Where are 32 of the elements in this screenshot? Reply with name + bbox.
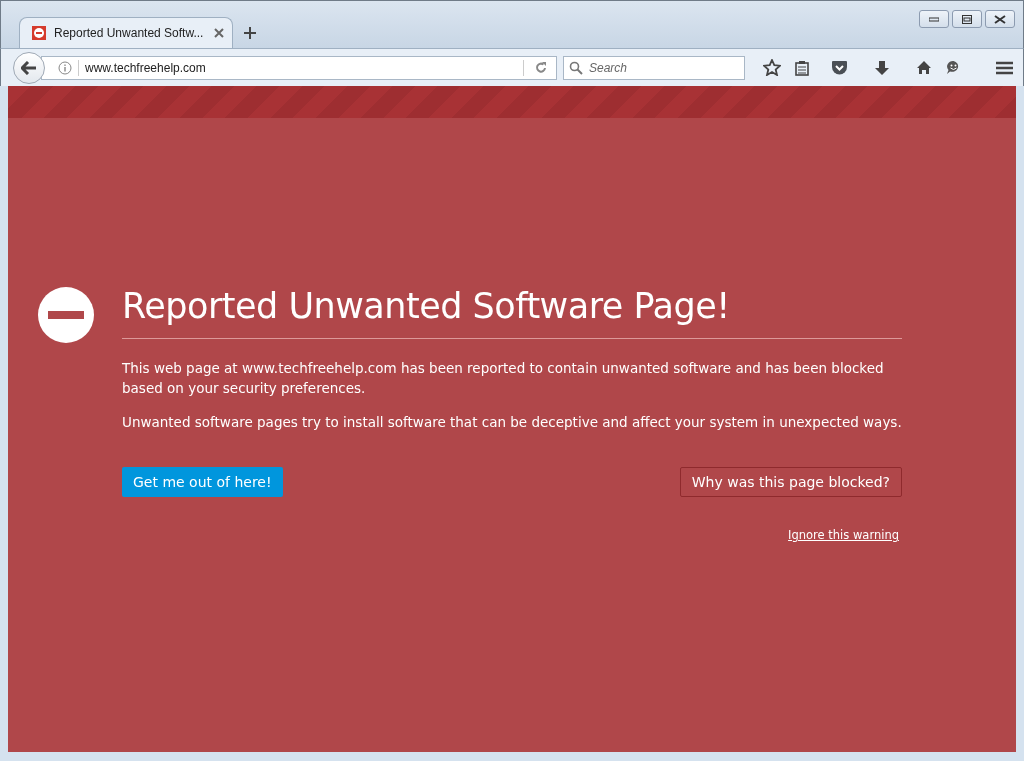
star-icon[interactable] [763, 59, 781, 76]
back-button[interactable] [13, 51, 45, 84]
url-text: www.techfreehelp.com [85, 60, 207, 75]
minimize-icon [929, 16, 939, 22]
warning-paragraph: Unwanted software pages try to install software that can be deceptive and affect your system in unexpected ways. [122, 413, 902, 432]
maximize-button[interactable] [952, 10, 982, 28]
close-window-button[interactable] [985, 10, 1015, 28]
search-field[interactable]: Search [563, 55, 745, 80]
browser-tab[interactable]: Reported Unwanted Softw... [19, 17, 233, 48]
clipboard-list-icon[interactable] [795, 59, 809, 76]
blocked-favicon-icon [32, 26, 46, 40]
new-tab-icon[interactable] [243, 26, 257, 40]
close-icon [994, 14, 1006, 24]
warning-paragraph: This web page at www.techfreehelp.com has been reported to contain unwanted software and has been blocked based on your security preferences. [122, 359, 885, 398]
back-arrow-icon [21, 60, 37, 75]
pocket-icon[interactable] [831, 60, 848, 75]
search-icon [569, 60, 583, 75]
ignore-warning-link[interactable]: Ignore this warning [788, 528, 899, 542]
page-heading: Reported Unwanted Software Page! [122, 284, 902, 339]
download-icon[interactable] [874, 59, 890, 76]
close-tab-icon[interactable] [214, 28, 224, 38]
get-me-out-button[interactable]: Get me out of here! [122, 467, 283, 497]
reload-icon[interactable] [534, 60, 548, 75]
smiley-chat-icon[interactable] [946, 60, 961, 75]
blocked-sign-icon [38, 287, 94, 343]
menu-icon[interactable] [996, 60, 1013, 75]
why-blocked-button[interactable]: Why was this page blocked? [679, 467, 902, 497]
address-bar[interactable]: www.techfreehelp.com [41, 55, 557, 80]
home-icon[interactable] [916, 60, 932, 75]
info-icon[interactable] [58, 60, 72, 75]
maximize-icon [962, 14, 972, 24]
tab-title: Reported Unwanted Softw... [54, 26, 205, 40]
